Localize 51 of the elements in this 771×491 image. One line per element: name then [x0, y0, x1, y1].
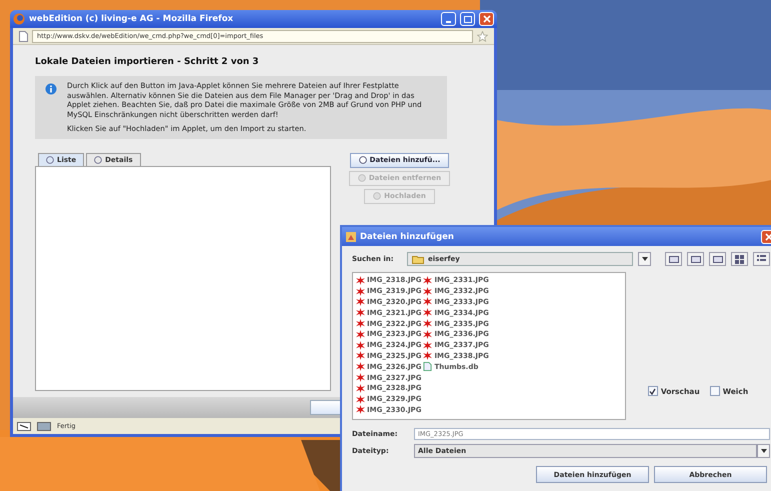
grid-view-icon[interactable] — [731, 252, 748, 266]
file-icon — [423, 362, 432, 372]
connection-icon — [17, 422, 31, 430]
burst-icon — [356, 340, 365, 350]
folder-tool-icon[interactable] — [709, 252, 726, 266]
circle-icon — [94, 156, 102, 164]
burst-icon — [356, 319, 365, 328]
star-icon[interactable] — [477, 30, 488, 42]
burst-icon — [423, 319, 432, 328]
folder-tool-icon[interactable] — [665, 252, 682, 266]
page-icon — [19, 30, 28, 42]
burst-icon — [356, 276, 365, 285]
burst-icon — [356, 362, 365, 372]
info-icon — [45, 83, 57, 95]
burst-icon — [356, 373, 365, 382]
close-icon — [764, 232, 771, 240]
burst-icon — [356, 405, 365, 414]
burst-icon — [356, 394, 365, 404]
folder-tool-icon[interactable] — [687, 252, 704, 266]
checkbox[interactable] — [710, 386, 720, 396]
burst-icon — [356, 297, 365, 306]
burst-icon — [423, 276, 432, 285]
burst-icon — [356, 308, 365, 318]
window-title: webEdition (c) living-e AG - Mozilla Firefox — [29, 14, 234, 24]
page-heading: Lokale Dateien importieren - Schritt 2 von 3 — [35, 57, 260, 67]
minimize-button[interactable] — [441, 12, 456, 26]
burst-icon — [423, 297, 432, 306]
burst-icon — [423, 286, 432, 296]
dialog-title: Dateien hinzufügen — [360, 232, 455, 242]
folder-icon — [412, 254, 424, 264]
burst-icon — [423, 340, 432, 350]
circle-icon — [373, 192, 382, 200]
screen-icon — [37, 422, 51, 430]
globe-icon — [13, 13, 25, 25]
checkbox[interactable] — [648, 386, 658, 396]
circle-icon — [358, 174, 366, 182]
burst-icon — [356, 351, 365, 360]
list-view-icon[interactable] — [753, 252, 770, 266]
circle-icon — [46, 156, 54, 164]
circle-icon — [358, 156, 367, 164]
burst-icon — [356, 330, 365, 339]
close-button[interactable] — [479, 12, 494, 26]
burst-icon — [356, 286, 365, 296]
burst-icon — [423, 351, 432, 360]
close-icon — [482, 15, 490, 23]
app-icon — [346, 232, 356, 242]
maximize-icon — [464, 16, 472, 22]
burst-icon — [356, 384, 365, 393]
maximize-button[interactable] — [460, 12, 475, 26]
burst-icon — [423, 308, 432, 318]
burst-icon — [423, 330, 432, 339]
